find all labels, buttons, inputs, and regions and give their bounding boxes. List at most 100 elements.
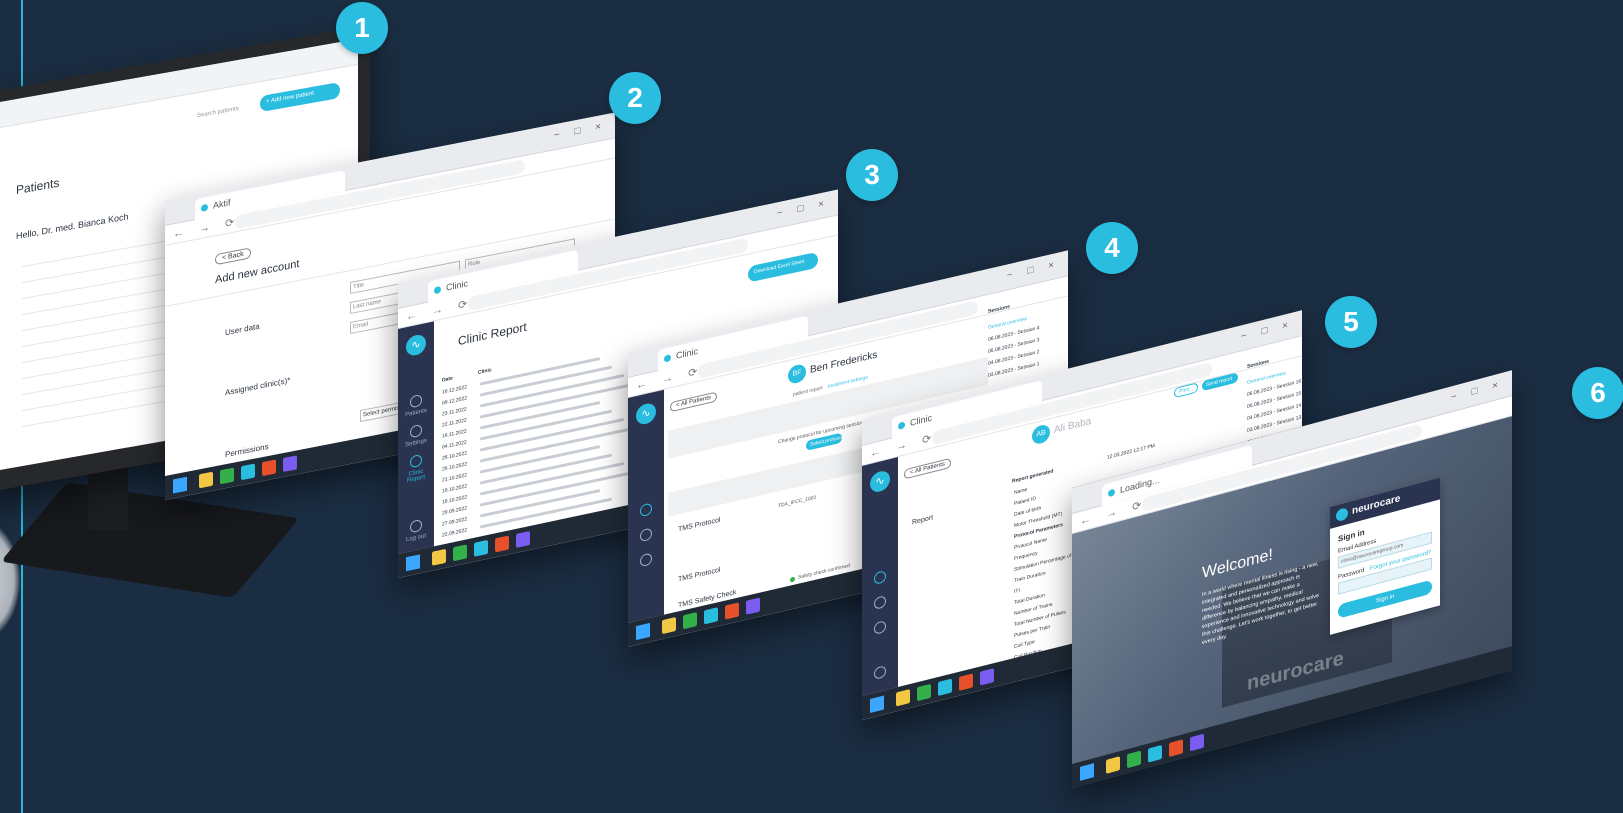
windows-start-icon[interactable] (870, 695, 884, 714)
gear-icon (410, 423, 422, 439)
step-badge-4: 4 (1086, 222, 1138, 274)
app-icon[interactable] (262, 459, 276, 477)
table-row[interactable] (22, 351, 172, 380)
section-user-data: User data (225, 321, 260, 338)
step-badge-2: 2 (609, 72, 661, 124)
app-icon[interactable] (938, 678, 952, 697)
sidebar-item-settings[interactable]: Settings (402, 422, 430, 449)
tab-label: Clinic (676, 345, 699, 361)
windows-start-icon[interactable] (1080, 763, 1094, 781)
sidebar-item-patients[interactable]: Patients (402, 392, 430, 419)
explorer-icon[interactable] (662, 616, 676, 635)
sidebar-item-clinic-report[interactable] (632, 551, 660, 572)
report-field-label: ITI (1014, 587, 1020, 596)
table-row[interactable] (22, 383, 172, 412)
windows-start-icon[interactable] (173, 476, 187, 494)
avatar: BF (788, 362, 806, 386)
all-patients-button[interactable]: < All Patients (904, 457, 951, 480)
avatar: AB (1032, 423, 1050, 446)
app-icon[interactable] (453, 544, 467, 562)
table-row[interactable] (22, 239, 172, 268)
report-field-label: Protocol Name (1014, 536, 1048, 552)
app-icon[interactable] (959, 673, 973, 691)
explorer-icon[interactable] (432, 548, 446, 566)
window-controls[interactable]: − □ × (554, 120, 607, 141)
user-icon (874, 570, 886, 586)
table-row-date: 16.12.2022 (442, 384, 468, 396)
logout-icon (874, 665, 886, 681)
app-icon[interactable] (474, 539, 488, 557)
document-icon (640, 552, 652, 568)
table-row[interactable] (22, 367, 172, 396)
tab-favicon-icon (664, 354, 671, 363)
report-field-label: Frequency (1014, 550, 1038, 563)
sidebar-item-patients[interactable] (866, 568, 894, 590)
sidebar-item-settings[interactable] (632, 526, 660, 547)
tab-label: Clinic (446, 278, 469, 293)
sidebar: ∿ (628, 389, 664, 623)
table-row[interactable] (22, 255, 172, 284)
report-field-label: Coil Type (1014, 638, 1035, 651)
table-row-date: 21.10.2022 (442, 472, 468, 484)
table-row[interactable] (22, 287, 172, 316)
all-patients-button[interactable]: < All Patients (670, 391, 717, 413)
monitor-stand-base (0, 482, 300, 598)
sidebar-item-logout[interactable]: Log out (402, 517, 430, 544)
sidebar-item-clinic-report[interactable]: Clinic Report (402, 452, 430, 485)
sidebar-item-logout[interactable] (866, 663, 894, 685)
sign-in-title: Sign in (1338, 527, 1365, 544)
app-icon[interactable] (241, 463, 255, 481)
app-icon[interactable] (1169, 739, 1183, 758)
table-row[interactable] (22, 335, 172, 364)
explorer-icon[interactable] (896, 689, 910, 707)
app-icon[interactable] (746, 597, 760, 615)
app-icon[interactable] (704, 607, 718, 625)
app-icon[interactable] (220, 467, 234, 485)
explorer-icon[interactable] (1106, 756, 1120, 774)
table-row[interactable] (22, 319, 172, 348)
table-row-date: 27.09.2022 (442, 516, 468, 528)
table-row[interactable] (22, 271, 172, 300)
app-icon[interactable] (1190, 733, 1204, 752)
patient-name: Ali Baba (1054, 415, 1092, 437)
app-icon[interactable] (1127, 750, 1141, 769)
sidebar-item-label: Patients (405, 407, 427, 419)
app-icon[interactable] (283, 455, 297, 473)
app-icon[interactable] (1148, 744, 1162, 763)
window-controls[interactable]: − □ × (1007, 258, 1060, 281)
app-icon[interactable] (917, 683, 931, 702)
app-icon[interactable] (683, 612, 697, 630)
table-row[interactable] (22, 303, 172, 332)
sidebar-item-label: Clinic Report (406, 468, 425, 485)
sidebar-item-settings[interactable] (866, 593, 894, 615)
app-icon[interactable] (980, 668, 994, 686)
user-icon (640, 502, 652, 518)
section-clinics: Assigned clinic(s)* (225, 375, 291, 398)
back-button[interactable]: < Back (215, 247, 251, 266)
sidebar-item-patients[interactable] (632, 501, 660, 522)
window-controls[interactable]: − □ × (1241, 318, 1294, 342)
neurocare-logo-icon: ∿ (636, 401, 656, 427)
sidebar: ∿ (862, 457, 898, 696)
window-controls[interactable]: − □ × (777, 197, 830, 219)
neurocare-logo-icon (1336, 507, 1348, 523)
table-row-date: 18.10.2022 (442, 494, 468, 506)
tab-favicon-icon (898, 421, 905, 431)
report-field-label: Train Duration (1014, 570, 1046, 585)
table-row[interactable] (22, 399, 172, 428)
search-input[interactable]: Search patients (197, 106, 239, 119)
windows-start-icon[interactable] (636, 622, 650, 641)
step-badge-3: 3 (846, 149, 898, 201)
windows-start-icon[interactable] (406, 554, 420, 572)
sidebar-item-label: Log out (405, 533, 427, 544)
app-icon[interactable] (495, 535, 509, 553)
explorer-icon[interactable] (199, 471, 213, 489)
tab-favicon-icon (201, 203, 208, 213)
sidebar-item-clinic-report[interactable] (866, 618, 894, 640)
app-icon[interactable] (725, 602, 739, 620)
tms-protocol-label-2: TMS Protocol (678, 566, 721, 584)
app-icon[interactable] (516, 530, 530, 548)
tms-protocol-label: TMS Protocol (678, 516, 721, 534)
table-row-date: 26.10.2022 (442, 461, 468, 473)
table-row-date: 19.10.2022 (442, 483, 468, 495)
